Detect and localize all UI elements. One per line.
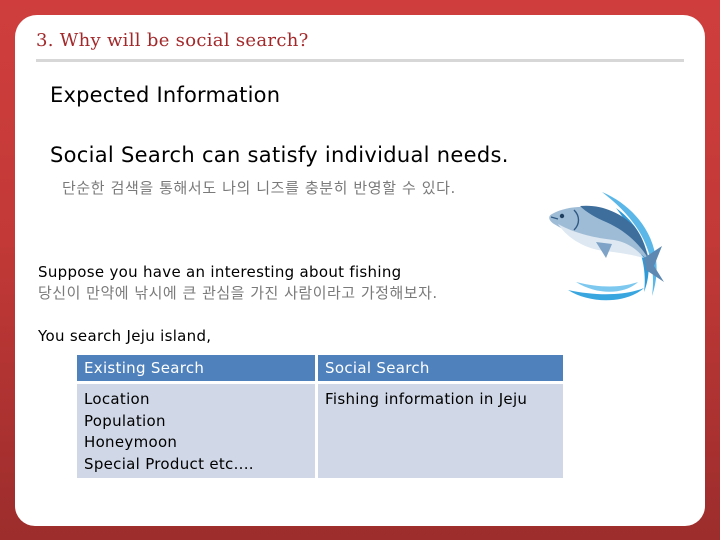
comparison-table: Existing Search Social Search Location P…	[74, 352, 566, 481]
leaping-fish-icon	[540, 178, 670, 308]
search-text: You search Jeju island,	[38, 327, 212, 345]
scenario-text: Suppose you have an interesting about fi…	[38, 263, 402, 281]
section-heading: Expected Information	[50, 83, 281, 107]
social-search-cell: Fishing information in Jeju	[318, 384, 563, 478]
header-existing-search: Existing Search	[77, 355, 316, 381]
scenario-korean-text: 당신이 만약에 낚시에 큰 관심을 가진 사람이라고 가정해보자.	[38, 284, 438, 302]
claim-korean-text: 단순한 검색을 통해서도 나의 니즈를 충분히 반영할 수 있다.	[62, 179, 456, 197]
list-item: Fishing information in Jeju	[325, 390, 528, 408]
table-header-row: Existing Search Social Search	[77, 355, 563, 381]
existing-search-cell: Location Population Honeymoon Special Pr…	[77, 384, 316, 478]
list-item: Special Product etc....	[84, 454, 254, 473]
slide-title: 3. Why will be social search?	[36, 30, 309, 51]
list-item: Location	[84, 390, 150, 408]
splash-arc-lower-2	[576, 282, 638, 292]
fish-eye	[559, 213, 565, 219]
header-social-search: Social Search	[318, 355, 563, 381]
claim-text: Social Search can satisfy individual nee…	[50, 143, 509, 167]
scenario-block: Suppose you have an interesting about fi…	[38, 262, 438, 304]
title-divider	[36, 59, 684, 62]
list-item: Honeymoon	[84, 433, 178, 451]
table-row: Location Population Honeymoon Special Pr…	[77, 384, 563, 478]
list-item: Population	[84, 411, 166, 430]
